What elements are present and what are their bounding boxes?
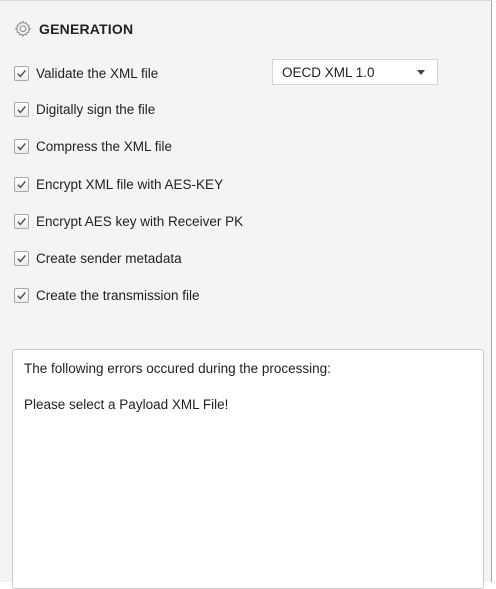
error-heading: The following errors occured during the …: [24, 361, 331, 376]
option-label: Create the transmission file: [36, 287, 200, 303]
encrypt-xml-checkbox[interactable]: [14, 176, 29, 192]
option-compress-xml[interactable]: Compress the XML file: [14, 136, 172, 156]
checkmark-icon: [17, 180, 26, 188]
sender-metadata-checkbox[interactable]: [14, 250, 29, 266]
option-label: Validate the XML file: [36, 65, 159, 81]
sign-file-checkbox[interactable]: [14, 101, 29, 117]
generation-panel: GENERATION Validate the XML file OECD XM…: [0, 0, 492, 589]
option-transmission-file[interactable]: Create the transmission file: [14, 285, 200, 305]
option-label: Create sender metadata: [36, 250, 182, 266]
option-validate-xml[interactable]: Validate the XML file: [14, 63, 158, 83]
checkmark-icon: [17, 217, 26, 225]
error-message-area[interactable]: The following errors occured during the …: [12, 349, 484, 589]
option-encrypt-xml[interactable]: Encrypt XML file with AES-KEY: [14, 174, 223, 194]
option-label: Encrypt AES key with Receiver PK: [36, 213, 244, 229]
gear-icon: [14, 20, 32, 38]
select-value: OECD XML 1.0: [282, 64, 375, 80]
checkmark-icon: [17, 254, 26, 262]
compress-xml-checkbox[interactable]: [14, 138, 29, 154]
option-label: Encrypt XML file with AES-KEY: [36, 176, 224, 192]
xml-format-select[interactable]: OECD XML 1.0: [272, 59, 438, 85]
option-encrypt-aes-key[interactable]: Encrypt AES key with Receiver PK: [14, 211, 243, 231]
checkmark-icon: [17, 291, 26, 299]
checkmark-icon: [17, 142, 26, 150]
validate-xml-checkbox[interactable]: [14, 65, 29, 81]
encrypt-aes-key-checkbox[interactable]: [14, 213, 29, 229]
option-label: Digitally sign the file: [36, 101, 156, 117]
option-sender-metadata[interactable]: Create sender metadata: [14, 248, 182, 268]
checkmark-icon: [17, 69, 26, 77]
checkmark-icon: [17, 105, 26, 113]
section-title: GENERATION: [39, 21, 134, 37]
dropdown-arrow-icon: [417, 69, 425, 75]
option-sign-file[interactable]: Digitally sign the file: [14, 99, 155, 119]
transmission-file-checkbox[interactable]: [14, 287, 29, 303]
option-label: Compress the XML file: [36, 138, 173, 154]
error-message: Please select a Payload XML File!: [24, 397, 229, 412]
section-header: GENERATION: [14, 19, 133, 39]
